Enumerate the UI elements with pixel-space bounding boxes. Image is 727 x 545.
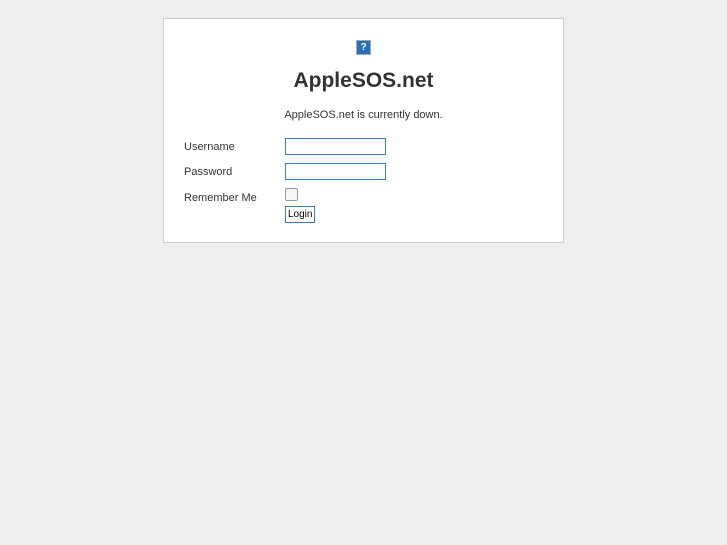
- password-label: Password: [184, 166, 233, 178]
- status-message: AppleSOS.net is currently down.: [284, 109, 443, 121]
- page-title: AppleSOS.net: [293, 69, 434, 92]
- remember-me-label: Remember Me: [184, 192, 257, 204]
- broken-image-icon: ?: [356, 40, 371, 55]
- password-input[interactable]: [285, 163, 386, 180]
- login-button[interactable]: Login: [285, 206, 316, 223]
- username-label: Username: [184, 141, 235, 153]
- login-panel: ? AppleSOS.net AppleSOS.net is currently…: [163, 18, 564, 243]
- remember-me-checkbox[interactable]: [285, 188, 298, 201]
- username-input[interactable]: [285, 138, 386, 155]
